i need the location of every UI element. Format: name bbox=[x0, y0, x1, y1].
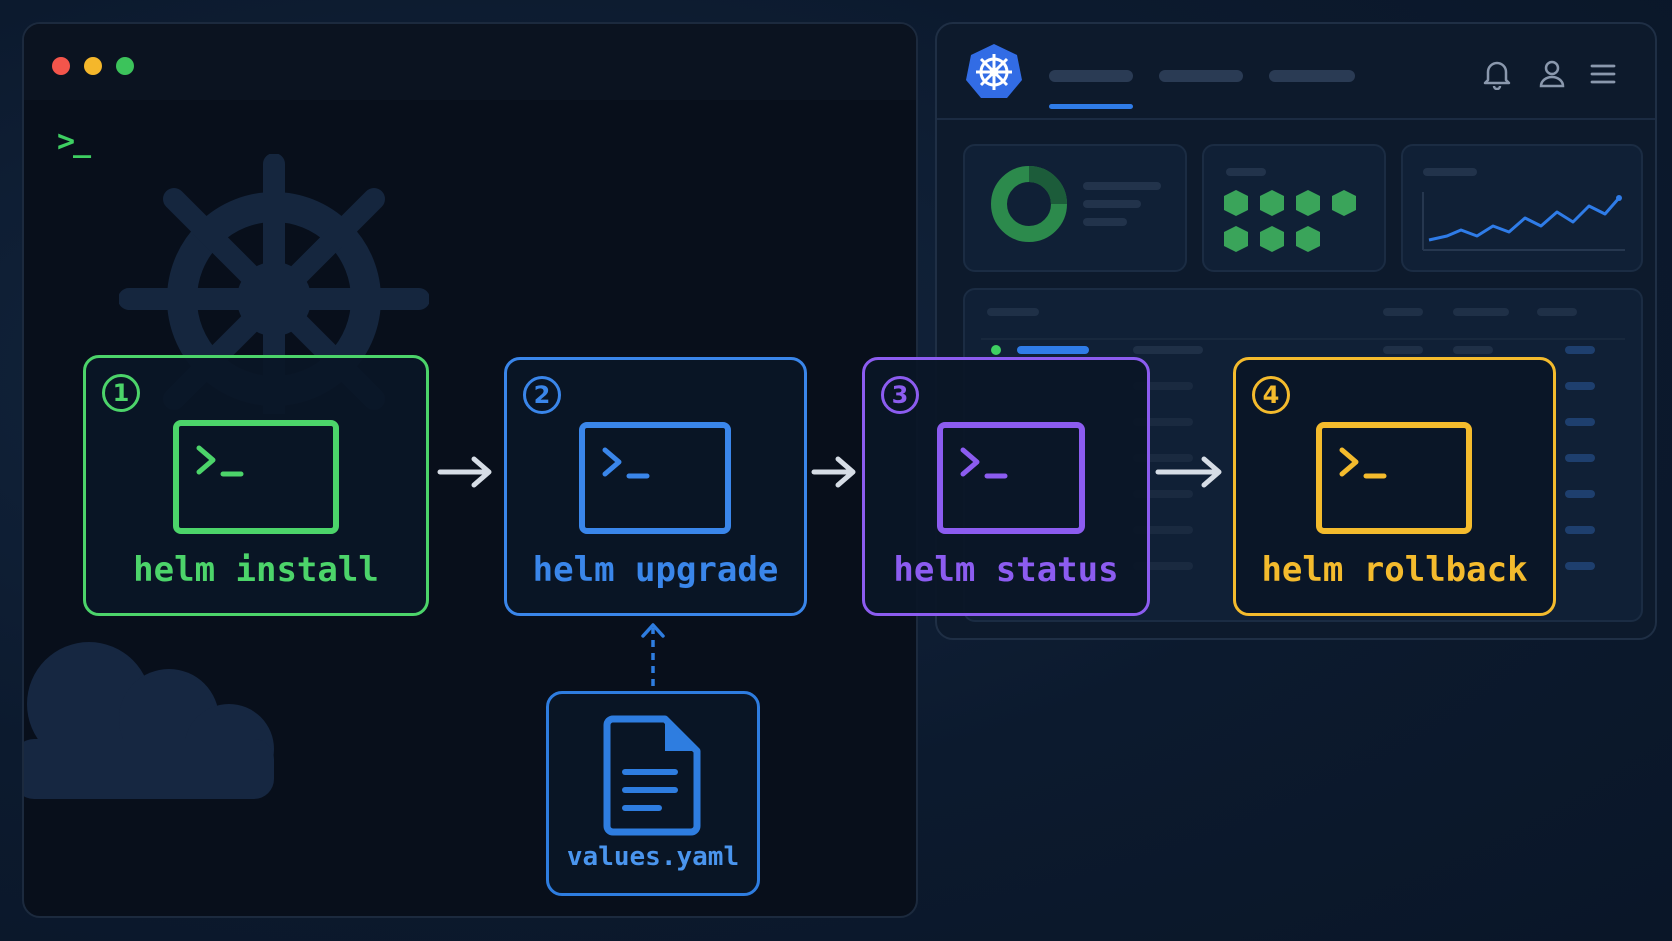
header-divider bbox=[937, 118, 1655, 120]
step-helm-rollback[interactable]: 4 helm rollback bbox=[1233, 357, 1556, 616]
step-number: 4 bbox=[1252, 376, 1290, 414]
step-number: 3 bbox=[881, 376, 919, 414]
cloud-icon bbox=[24, 642, 274, 799]
terminal-icon bbox=[173, 420, 339, 534]
bell-icon[interactable] bbox=[1482, 58, 1512, 90]
tab-3[interactable] bbox=[1269, 70, 1355, 82]
step-helm-install[interactable]: 1 helm install bbox=[83, 355, 429, 616]
step-helm-upgrade[interactable]: 2 helm upgrade bbox=[504, 357, 807, 616]
file-icon bbox=[603, 715, 701, 836]
terminal-titlebar bbox=[24, 24, 916, 100]
arrow-right-icon bbox=[811, 456, 856, 488]
step-command-label: helm rollback bbox=[1261, 550, 1528, 590]
dashed-arrow-up-icon bbox=[641, 623, 665, 686]
menu-icon[interactable] bbox=[1589, 62, 1617, 86]
terminal-icon bbox=[937, 422, 1085, 534]
donut-chart-card[interactable] bbox=[963, 144, 1187, 272]
tab-1[interactable] bbox=[1049, 70, 1133, 82]
donut-chart bbox=[991, 166, 1067, 242]
close-window-button[interactable] bbox=[52, 57, 70, 75]
metrics-line-card[interactable] bbox=[1401, 144, 1643, 272]
arrow-right-icon bbox=[437, 456, 492, 488]
user-icon[interactable] bbox=[1537, 58, 1567, 90]
terminal-prompt: >_ bbox=[57, 124, 91, 159]
step-helm-status[interactable]: 3 helm status bbox=[862, 357, 1150, 616]
arrow-right-icon bbox=[1155, 456, 1222, 488]
step-number: 2 bbox=[523, 376, 561, 414]
kubernetes-logo-icon[interactable] bbox=[965, 42, 1023, 100]
minimize-window-button[interactable] bbox=[84, 57, 102, 75]
pod-cube-icons bbox=[1224, 190, 1356, 252]
terminal-icon bbox=[1316, 422, 1472, 534]
terminal-icon bbox=[579, 422, 731, 534]
step-number: 1 bbox=[102, 374, 140, 412]
step-command-label: helm install bbox=[133, 550, 379, 590]
tab-2[interactable] bbox=[1159, 70, 1243, 82]
metrics-line-chart bbox=[1422, 192, 1625, 251]
step-command-label: helm status bbox=[893, 550, 1119, 590]
active-tab-indicator bbox=[1049, 104, 1133, 109]
values-file-label: values.yaml bbox=[566, 842, 740, 872]
values-yaml-file[interactable]: values.yaml bbox=[546, 691, 760, 896]
maximize-window-button[interactable] bbox=[116, 57, 134, 75]
pods-card[interactable] bbox=[1202, 144, 1386, 272]
step-command-label: helm upgrade bbox=[532, 550, 779, 590]
